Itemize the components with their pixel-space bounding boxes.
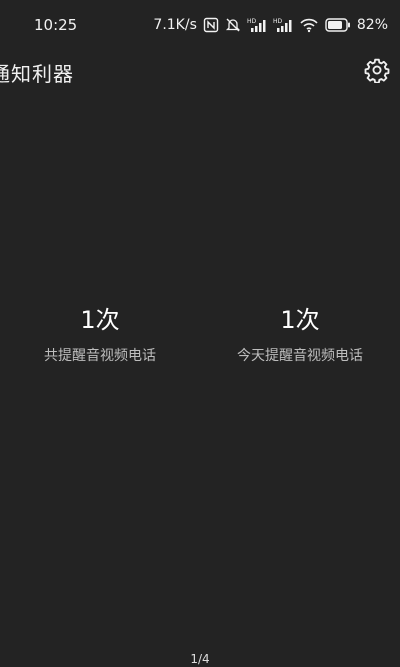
nfc-icon — [203, 17, 219, 33]
stat-label: 共提醒音视频电话 — [44, 348, 156, 364]
battery-icon — [325, 18, 351, 32]
gear-icon — [364, 57, 390, 87]
stat-value: 1次 — [80, 306, 120, 334]
page-indicator: 1/4 — [190, 652, 210, 666]
svg-text:HD: HD — [273, 18, 283, 25]
stat-label: 今天提醒音视频电话 — [237, 348, 363, 364]
status-bar: 10:25 7.1K/s HD HD 82% — [0, 0, 400, 50]
status-icons: 7.1K/s HD HD 82% — [153, 17, 388, 33]
app-bar: 通知利器 — [0, 50, 400, 94]
stat-value: 1次 — [280, 306, 320, 334]
svg-text:HD: HD — [247, 18, 257, 25]
battery-percent: 82% — [356, 17, 388, 33]
page-title: 通知利器 — [0, 61, 74, 86]
signal-hd-2-icon: HD — [273, 17, 293, 33]
stats-panel: 1次 共提醒音视频电话 1次 今天提醒音视频电话 — [0, 300, 400, 365]
status-time: 10:25 — [34, 16, 78, 34]
mute-icon — [225, 17, 241, 33]
wifi-icon — [299, 17, 319, 33]
settings-button[interactable] — [362, 57, 392, 87]
signal-hd-1-icon: HD — [247, 17, 267, 33]
stat-today-reminders: 1次 今天提醒音视频电话 — [200, 300, 400, 365]
stat-total-reminders: 1次 共提醒音视频电话 — [0, 300, 200, 365]
network-speed: 7.1K/s — [153, 17, 197, 33]
